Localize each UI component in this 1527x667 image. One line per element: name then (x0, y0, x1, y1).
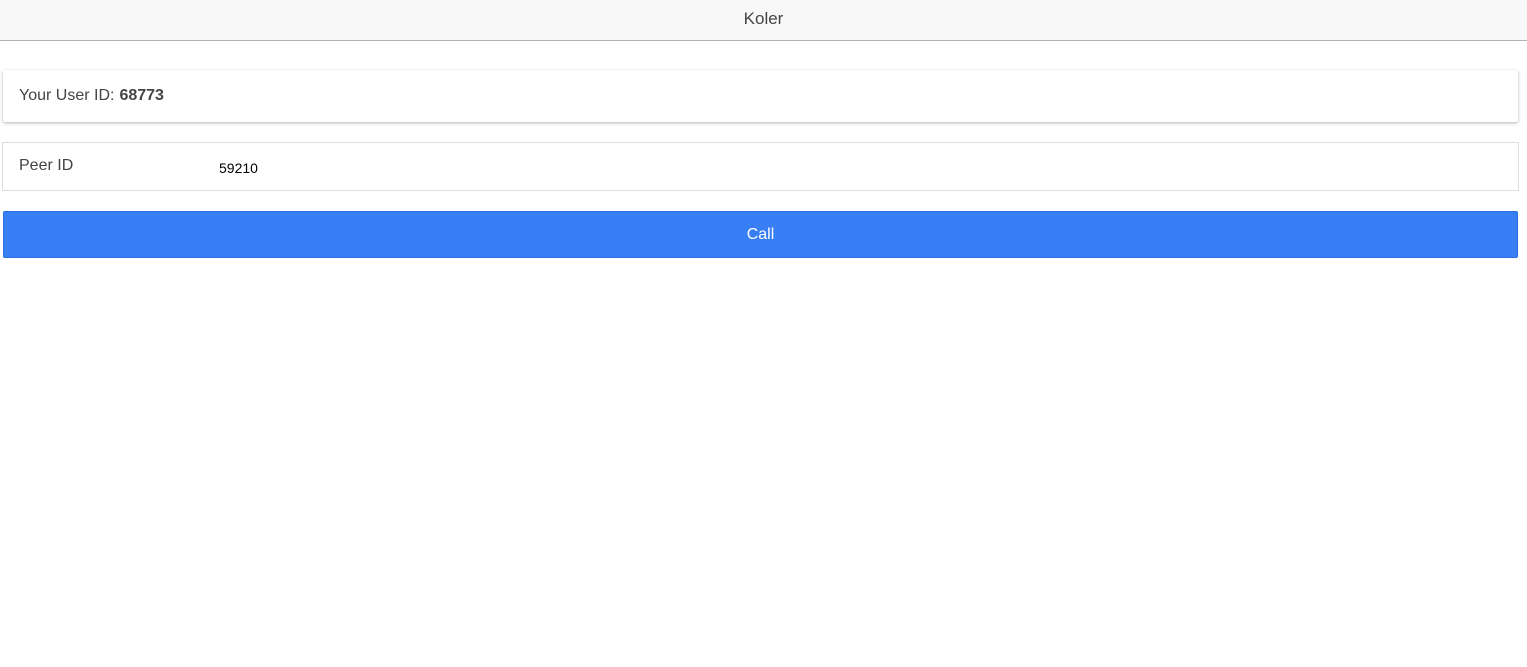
user-id-card: Your User ID: 68773 (3, 70, 1518, 122)
peer-id-row[interactable]: Peer ID (2, 142, 1519, 191)
user-id-value: 68773 (119, 87, 164, 104)
app-title: Koler (743, 9, 784, 28)
peer-id-label: Peer ID (19, 156, 74, 174)
user-id-label: Your User ID: (19, 87, 115, 104)
peer-id-input[interactable] (219, 143, 1518, 190)
app-header: Koler (0, 0, 1527, 41)
call-button[interactable]: Call (3, 211, 1518, 258)
